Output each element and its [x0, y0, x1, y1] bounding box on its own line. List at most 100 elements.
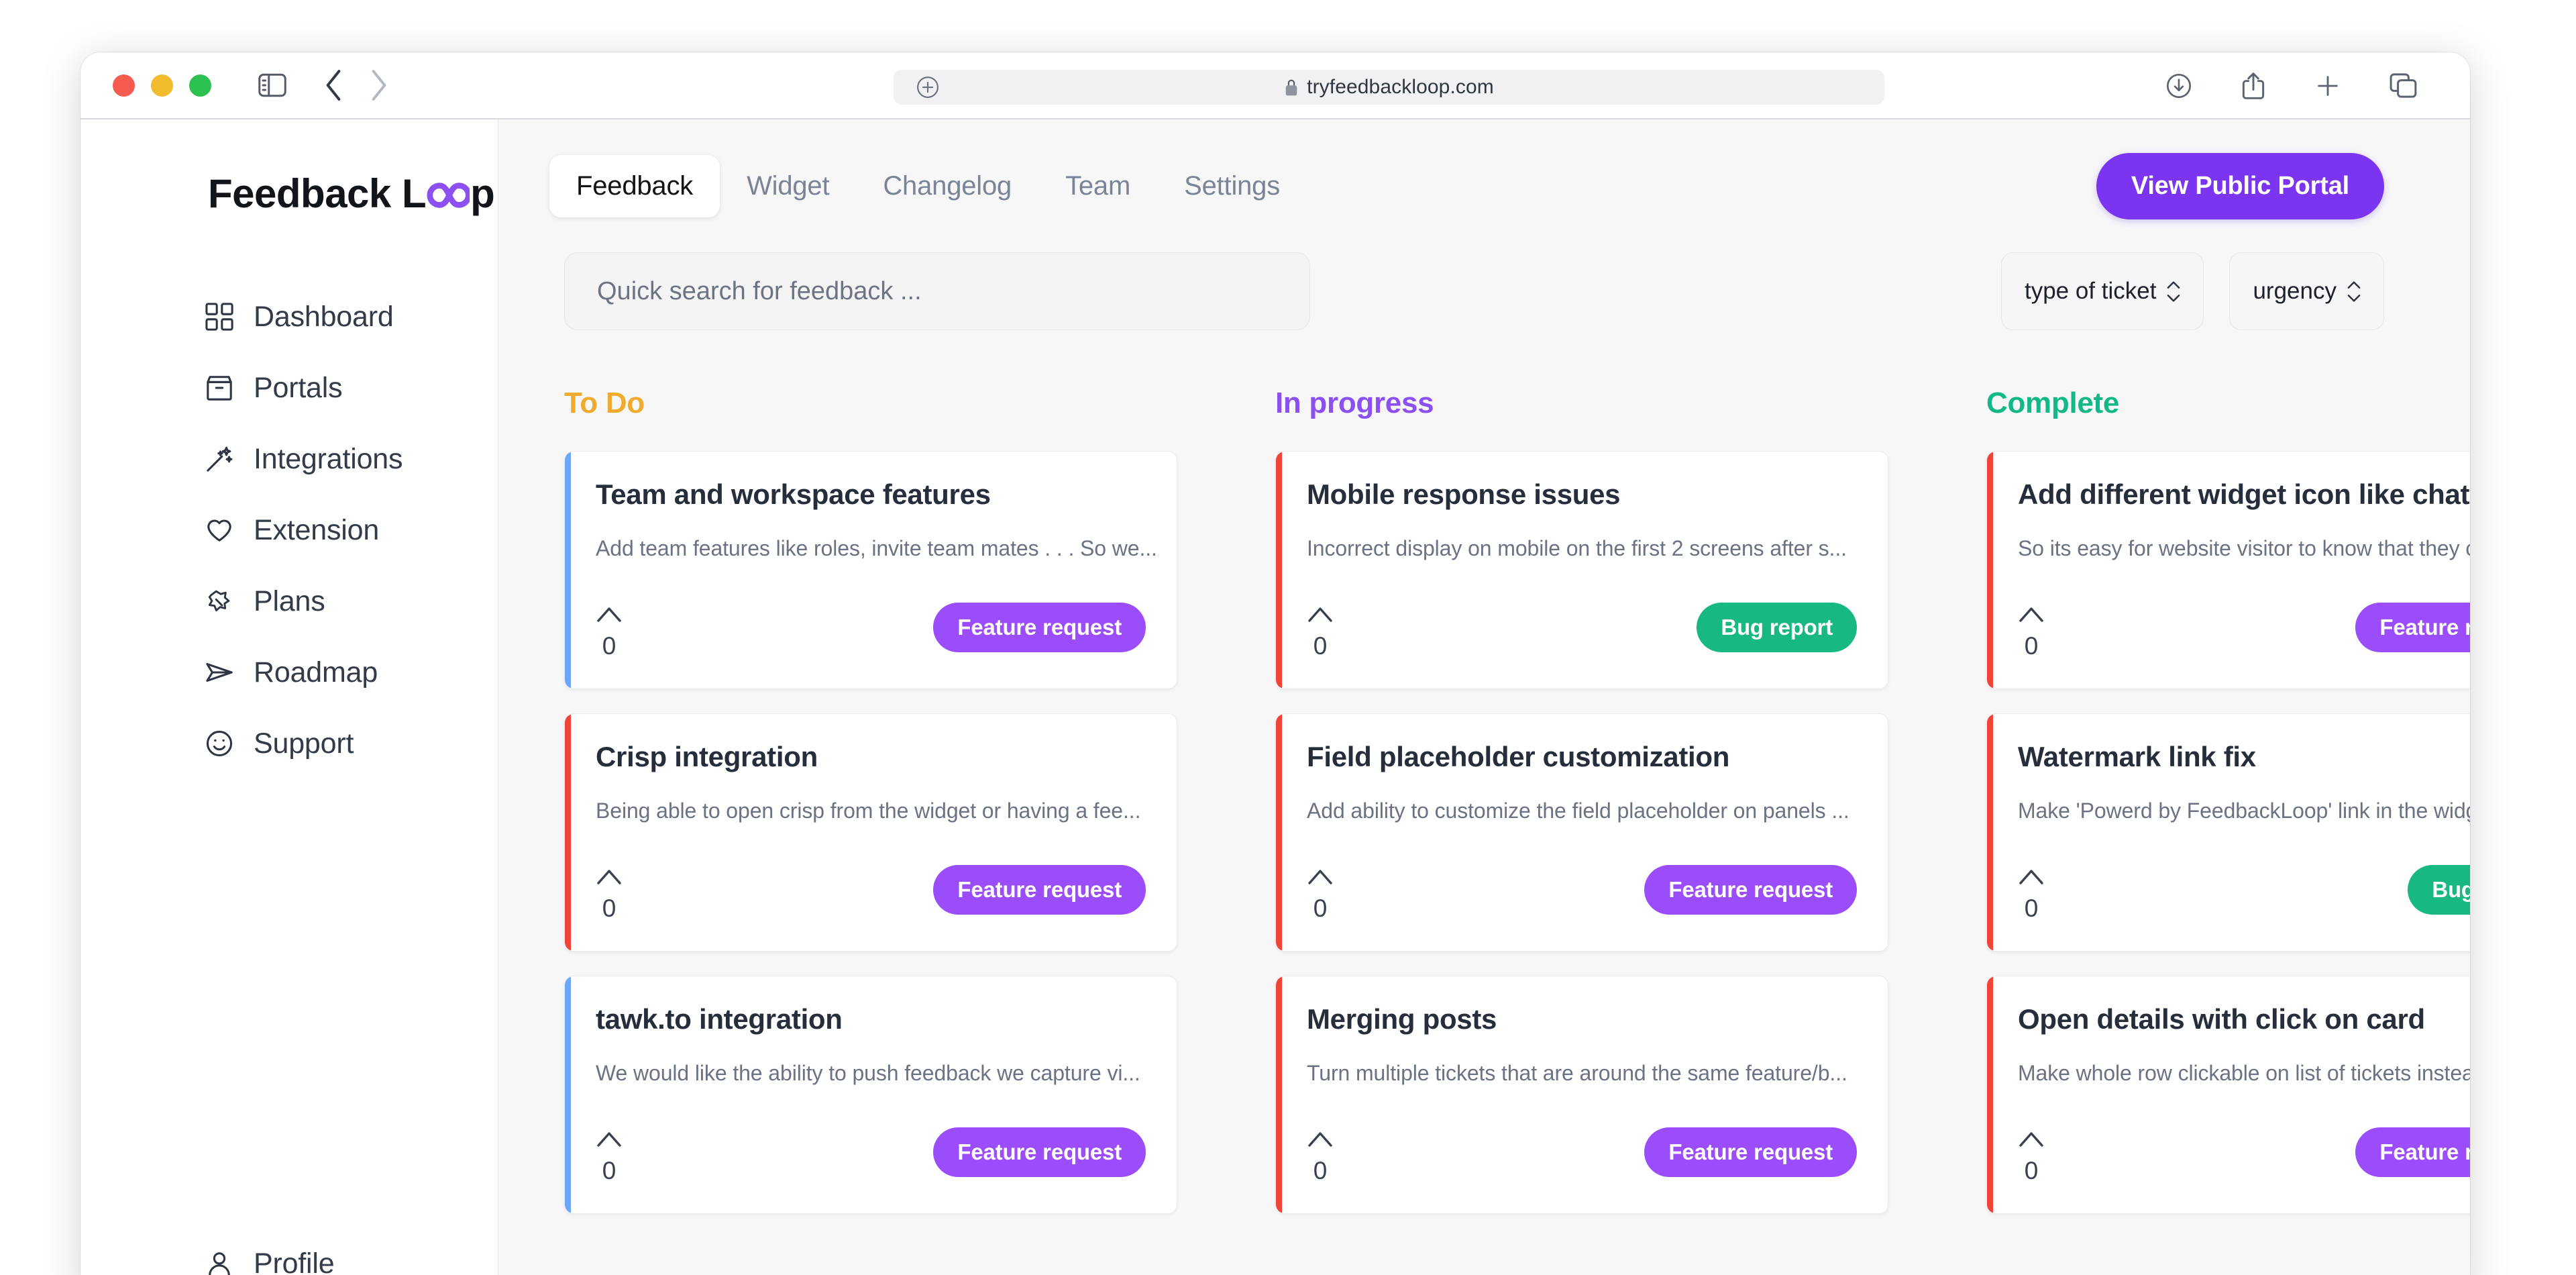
minimize-window-button[interactable] — [151, 74, 173, 97]
tab-team[interactable]: Team — [1038, 155, 1157, 217]
feedback-card[interactable]: Watermark link fix Make 'Powerd by Feedba… — [1986, 713, 2470, 952]
tab-feedback[interactable]: Feedback — [549, 154, 720, 217]
upvote-count: 0 — [602, 895, 616, 922]
feedback-card-footer: 0 Feature request — [2018, 595, 2470, 660]
upvote-button[interactable]: 0 — [1307, 868, 1334, 923]
sidebar-item-label: Plans — [254, 584, 325, 617]
heart-icon — [205, 516, 240, 544]
ticket-type-badge[interactable]: Feature request — [2355, 1127, 2470, 1177]
chevron-up-icon — [2018, 606, 2045, 627]
ticket-type-badge[interactable]: Feature request — [2355, 603, 2470, 652]
upvote-count: 0 — [1313, 1157, 1328, 1184]
upvote-count: 0 — [2024, 632, 2039, 660]
feedback-card-description: Incorrect display on mobile on the first… — [1307, 536, 1847, 560]
grid-icon — [205, 303, 240, 331]
downloads-icon[interactable] — [2165, 72, 2192, 99]
feedback-card-title: Crisp integration — [596, 741, 818, 772]
brand-text-after: p — [470, 171, 495, 216]
tab-settings[interactable]: Settings — [1157, 155, 1307, 217]
upvote-button[interactable]: 0 — [596, 1131, 623, 1185]
sidebar-toggle-icon[interactable] — [258, 73, 286, 97]
toolbar-actions — [2165, 52, 2470, 119]
feedback-card-description: Make 'Powerd by FeedbackLoop' link in th… — [2018, 799, 2470, 823]
upvote-button[interactable]: 0 — [2018, 868, 2045, 923]
sidebar-item-label: Roadmap — [254, 656, 378, 688]
upvote-count: 0 — [1313, 632, 1328, 660]
ticket-type-badge[interactable]: Feature request — [933, 603, 1146, 652]
view-public-portal-button[interactable]: View Public Portal — [2096, 153, 2384, 219]
upvote-button[interactable]: 0 — [596, 606, 623, 660]
sidebar-item-dashboard[interactable]: Dashboard — [80, 281, 498, 352]
sidebar-item-label: Profile — [254, 1247, 335, 1275]
urgency-select[interactable]: urgency — [2229, 252, 2384, 330]
sidebar-item-roadmap[interactable]: Roadmap — [80, 637, 498, 708]
search-input[interactable] — [564, 252, 1310, 330]
chevron-up-icon — [1307, 606, 1334, 627]
sidebar-item-portals[interactable]: Portals — [80, 352, 498, 423]
feedback-card[interactable]: Team and workspace features Add team feat… — [564, 451, 1177, 689]
feedback-card-footer: 0 Feature request — [596, 595, 1146, 660]
ticket-type-badge[interactable]: Feature request — [1644, 865, 1857, 915]
ticket-type-badge[interactable]: Bug report — [1697, 603, 1857, 652]
desktop-backdrop: tryfeedbackloop.com Feedback L p Dashboa… — [0, 0, 2576, 1275]
address-bar[interactable]: tryfeedbackloop.com — [894, 70, 1884, 105]
upvote-button[interactable]: 0 — [1307, 606, 1334, 660]
upvote-button[interactable]: 0 — [2018, 606, 2045, 660]
sidebar-item-label: Dashboard — [254, 300, 394, 333]
paper-plane-icon — [205, 658, 240, 686]
tab-widget[interactable]: Widget — [720, 155, 856, 217]
forward-arrow-icon[interactable] — [370, 70, 388, 101]
feedback-card[interactable]: Open details with click on card Make whol… — [1986, 976, 2470, 1214]
feedback-card[interactable]: Mobile response issues Incorrect display … — [1275, 451, 1888, 689]
kanban-column: To Do Team and workspace features Add team… — [564, 387, 1177, 1238]
sidebar-item-plans[interactable]: Plans — [80, 566, 498, 637]
upvote-button[interactable]: 0 — [596, 868, 623, 923]
back-arrow-icon[interactable] — [324, 70, 343, 101]
feedback-card[interactable]: Add different widget icon like chat So it… — [1986, 451, 2470, 689]
feedback-card-description: Turn multiple tickets that are around th… — [1307, 1061, 1847, 1085]
sidebar-item-profile[interactable]: Profile — [80, 1228, 498, 1275]
filter-selects: type of ticket urgency — [2000, 252, 2384, 330]
new-tab-icon[interactable] — [2314, 72, 2341, 99]
archive-box-icon — [205, 374, 240, 402]
chevron-up-icon — [596, 606, 623, 627]
feedback-card-description: So its easy for website visitor to know … — [2018, 536, 2470, 560]
sidebar-item-support[interactable]: Support — [80, 708, 498, 779]
feedback-card-description: Make whole row clickable on list of tick… — [2018, 1061, 2470, 1085]
upvote-count: 0 — [602, 1157, 616, 1184]
page-header: Feedback Widget Changelog Team Settings … — [498, 119, 2470, 252]
feedback-card-footer: 0 Feature request — [596, 857, 1146, 923]
sidebar-item-extension[interactable]: Extension — [80, 495, 498, 566]
type-of-ticket-select[interactable]: type of ticket — [2000, 252, 2204, 330]
sidebar-item-label: Extension — [254, 513, 380, 546]
brand-text-before: Feedback L — [208, 171, 427, 216]
ticket-type-badge[interactable]: Feature request — [1644, 1127, 1857, 1177]
lock-icon — [1284, 78, 1299, 97]
feedback-card[interactable]: Field placeholder customization Add abili… — [1275, 713, 1888, 952]
sidebar-nav: Dashboard Portals Integrations Extension… — [80, 281, 498, 779]
loop-infinity-icon — [427, 173, 472, 219]
upvote-button[interactable]: 0 — [2018, 1131, 2045, 1185]
upvote-button[interactable]: 0 — [1307, 1131, 1334, 1185]
feedback-card-description: We would like the ability to push feedba… — [596, 1061, 1140, 1085]
column-title: Complete — [1986, 387, 2120, 419]
tab-overview-icon[interactable] — [2390, 72, 2418, 99]
tab-changelog[interactable]: Changelog — [856, 155, 1038, 217]
feedback-card-footer: 0 Feature request — [1307, 857, 1857, 923]
urgency-label: urgency — [2253, 278, 2337, 304]
feedback-card[interactable]: tawk.to integration We would like the abi… — [564, 976, 1177, 1214]
kanban-column: Complete Add different widget icon like c… — [1986, 387, 2470, 1238]
chevron-updown-icon — [2167, 280, 2180, 302]
ticket-type-badge[interactable]: Bug report — [2408, 865, 2470, 915]
ticket-type-badge[interactable]: Feature request — [933, 865, 1146, 915]
brand-logo[interactable]: Feedback L p — [80, 170, 498, 217]
feedback-card[interactable]: Merging posts Turn multiple tickets that … — [1275, 976, 1888, 1214]
feedback-card[interactable]: Crisp integration Being able to open cris… — [564, 713, 1177, 952]
chevron-up-icon — [2018, 868, 2045, 889]
zoom-window-button[interactable] — [189, 74, 211, 97]
ticket-type-badge[interactable]: Feature request — [933, 1127, 1146, 1177]
close-window-button[interactable] — [113, 74, 135, 97]
share-icon[interactable] — [2241, 71, 2266, 101]
sidebar-item-integrations[interactable]: Integrations — [80, 423, 498, 495]
feedback-card-footer: 0 Feature request — [596, 1119, 1146, 1185]
